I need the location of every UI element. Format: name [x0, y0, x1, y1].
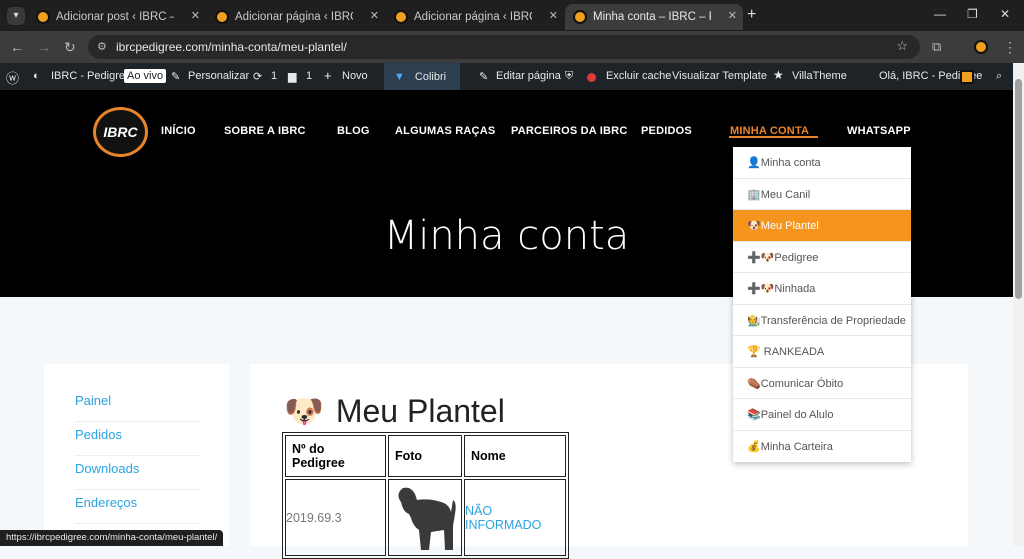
profile-avatar-icon[interactable]	[974, 40, 988, 54]
dog-icon: 🐶	[284, 393, 324, 429]
dog-silhouette-icon	[398, 487, 456, 550]
colibri-menu[interactable]: ▼ Colibri	[384, 63, 460, 90]
column-header: Nº do Pedigree	[285, 435, 386, 477]
sidebar-item-painel[interactable]: Painel	[75, 388, 200, 422]
reload-icon[interactable]: ↻	[64, 39, 76, 56]
search-icon[interactable]: ⌕	[996, 70, 1002, 83]
nav-whatsapp[interactable]: WHATSAPP	[847, 125, 911, 137]
address-bar[interactable]: ⚙ ibrcpedigree.com/minha-conta/meu-plant…	[88, 35, 920, 59]
page-scrollbar[interactable]	[1013, 63, 1024, 546]
dropdown-item-ninhada[interactable]: ➕🐶Ninhada	[733, 273, 911, 305]
sidebar-item-pedidos[interactable]: Pedidos	[75, 422, 200, 456]
villatheme-link[interactable]: VillaTheme	[792, 70, 847, 82]
comments-count[interactable]: 1	[306, 70, 312, 82]
minimize-icon[interactable]: —	[934, 7, 946, 21]
close-tab-icon[interactable]: ✕	[370, 9, 379, 22]
pedigree-number: 2019.69.3	[285, 479, 386, 556]
account-sidebar: Painel Pedidos Downloads Endereços	[44, 364, 229, 546]
site-favicon-icon	[36, 10, 50, 24]
url-text: ibrcpedigree.com/minha-conta/meu-plantel…	[116, 40, 347, 54]
colibri-label: Colibri	[414, 70, 447, 83]
clear-cache-link[interactable]: Excluir cache	[606, 70, 671, 82]
status-dot-icon	[587, 73, 596, 82]
updates-count[interactable]: 1	[271, 70, 277, 82]
site-name-link[interactable]: IBRC - Pedigree	[51, 70, 131, 82]
browser-tab[interactable]: Adicionar página ‹ IBRC – Pedigree ✕	[386, 4, 564, 30]
back-icon[interactable]: ←	[10, 39, 24, 55]
extensions-icon[interactable]: ⧉	[932, 39, 941, 55]
plus-icon: +	[324, 68, 332, 83]
brush-icon: ✎	[171, 71, 181, 83]
nav-racas[interactable]: ALGUMAS RAÇAS	[395, 125, 495, 137]
nav-inicio[interactable]: INÍCIO	[161, 125, 196, 137]
browser-tab[interactable]: Adicionar post ‹ IBRC – Pedigree ✕	[28, 4, 206, 30]
browser-tab[interactable]: Adicionar página ‹ IBRC – Pedigree ✕	[207, 4, 385, 30]
browser-tab-active[interactable]: Minha conta – IBRC – Pedigree ✕	[565, 4, 743, 30]
active-nav-underline	[729, 136, 818, 138]
comments-icon[interactable]: ▆	[288, 70, 296, 83]
pencil-icon: ✎	[479, 71, 489, 83]
table-row: 2019.69.3 NÃO INFORMADO	[285, 479, 566, 556]
dropdown-item-meu-canil[interactable]: 🏢Meu Canil	[733, 179, 911, 210]
close-tab-icon[interactable]: ✕	[728, 9, 737, 22]
customize-link[interactable]: Personalizar	[188, 70, 249, 82]
dashboard-icon: ◐	[33, 70, 40, 82]
section-heading: 🐶 Meu Plantel	[284, 392, 505, 430]
dropdown-item-rankeada[interactable]: 🏆 RANKEADA	[733, 336, 911, 368]
new-link[interactable]: Novo	[342, 70, 368, 82]
nav-parceiros[interactable]: PARCEIROS DA IBRC	[511, 125, 627, 137]
browser-tab-bar: ▾ Adicionar post ‹ IBRC – Pedigree ✕ Adi…	[0, 0, 1024, 31]
more-menu-icon[interactable]: ⋮	[1003, 39, 1017, 56]
site-favicon-icon	[394, 10, 408, 24]
close-window-icon[interactable]: ✕	[1000, 7, 1010, 21]
user-avatar[interactable]	[960, 70, 974, 84]
restore-icon[interactable]: ❐	[967, 7, 978, 21]
wp-admin-bar: ⓦ ◐ IBRC - Pedigree Ao vivo ✎ Personaliz…	[0, 63, 1013, 90]
dropdown-item-minha-conta[interactable]: 👤Minha conta	[733, 147, 911, 179]
dropdown-item-obito[interactable]: ⚰️Comunicar Óbito	[733, 368, 911, 399]
dog-name-link[interactable]: NÃO INFORMADO	[464, 479, 566, 556]
nav-pedidos[interactable]: PEDIDOS	[641, 125, 692, 137]
dropdown-item-pedigree[interactable]: ➕🐶Pedigree	[733, 242, 911, 273]
minha-conta-dropdown: 👤Minha conta 🏢Meu Canil 🐶Meu Plantel ➕🐶P…	[733, 147, 911, 462]
forward-icon[interactable]: →	[37, 39, 51, 55]
dropdown-item-painel[interactable]: 📚Painel do Alulo	[733, 399, 911, 431]
star-icon: ★	[773, 68, 784, 82]
dropdown-item-meu-plantel[interactable]: 🐶Meu Plantel	[733, 210, 911, 242]
nav-blog[interactable]: BLOG	[337, 125, 370, 137]
live-badge: Ao vivo	[124, 69, 167, 83]
plantel-table: Nº do Pedigree Foto Nome 2019.69.3 NÃO I…	[282, 432, 569, 559]
browser-toolbar: ← → ↻ ⚙ ibrcpedigree.com/minha-conta/meu…	[0, 31, 1024, 63]
close-tab-icon[interactable]: ✕	[191, 9, 200, 22]
new-tab-button[interactable]: +	[747, 6, 756, 24]
dropdown-item-transferencia[interactable]: 🧑‍🌾Transferência de Propriedade	[733, 305, 911, 336]
site-favicon-icon	[215, 10, 229, 24]
bookmark-star-icon[interactable]: ☆	[896, 38, 908, 54]
updates-icon[interactable]: ⟳	[253, 70, 262, 83]
dog-photo[interactable]	[388, 479, 462, 556]
site-logo[interactable]: IBRC	[93, 107, 148, 157]
view-template-link[interactable]: Visualizar Template	[672, 70, 767, 82]
wordpress-logo-icon[interactable]: ⓦ	[6, 68, 19, 87]
scrollbar-thumb[interactable]	[1015, 79, 1022, 299]
column-header: Foto	[388, 435, 462, 477]
sidebar-item-enderecos[interactable]: Endereços	[75, 490, 200, 524]
shield-icon: ⛨	[565, 70, 574, 82]
status-bar-url: https://ibrcpedigree.com/minha-conta/meu…	[0, 530, 224, 546]
section-title: Meu Plantel	[335, 392, 505, 429]
site-favicon-icon	[573, 10, 587, 24]
site-info-icon[interactable]: ⚙	[97, 40, 107, 53]
tab-search-button[interactable]: ▾	[7, 7, 25, 25]
nav-sobre[interactable]: SOBRE A IBRC	[224, 125, 306, 137]
column-header: Nome	[464, 435, 566, 477]
edit-page-link[interactable]: Editar página	[496, 70, 561, 82]
sidebar-item-downloads[interactable]: Downloads	[75, 456, 200, 490]
colibri-icon: ▼	[394, 70, 405, 83]
close-tab-icon[interactable]: ✕	[549, 9, 558, 22]
dropdown-item-carteira[interactable]: 💰Minha Carteira	[733, 431, 911, 463]
